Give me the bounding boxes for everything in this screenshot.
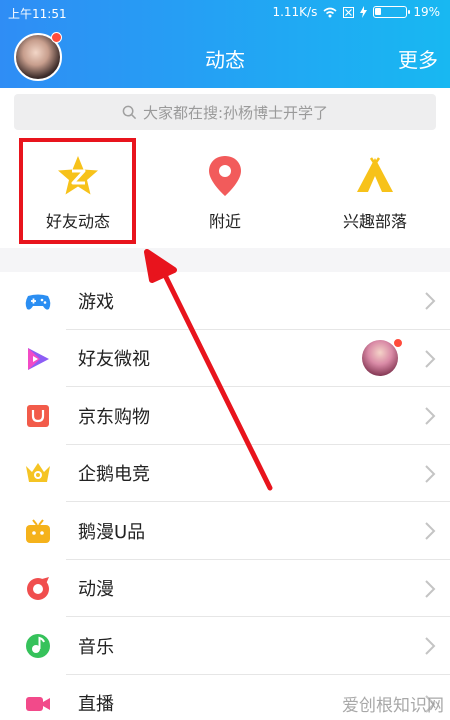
- wifi-icon: [323, 7, 337, 17]
- chevron-right-icon: [425, 522, 436, 540]
- list-item-weishi[interactable]: 好友微视: [0, 330, 450, 388]
- quick-nearby[interactable]: 附近: [165, 146, 285, 238]
- list-item-label: 动漫: [78, 579, 114, 601]
- gamepad-icon: [25, 294, 51, 310]
- charging-icon: [360, 6, 368, 18]
- battery-percent: 19%: [413, 5, 440, 19]
- chevron-right-icon: [425, 349, 436, 368]
- list-item-esports[interactable]: 企鹅电竞: [0, 445, 450, 503]
- watermark: 爱创根知识网: [342, 696, 444, 716]
- location-pin-icon: [209, 156, 241, 196]
- list-item-music[interactable]: 音乐: [0, 617, 450, 675]
- chevron-right-icon: [425, 579, 436, 598]
- page-title: 动态: [205, 48, 245, 72]
- notification-dot: [393, 337, 403, 348]
- tv-box-icon: [26, 519, 50, 543]
- chevron-right-icon: [425, 637, 436, 655]
- chevron-right-icon: [425, 464, 436, 483]
- list-item-label: 直播: [78, 694, 114, 716]
- search-placeholder: 大家都在搜:孙杨博士开学了: [142, 103, 329, 122]
- shopping-bag-icon: [27, 405, 49, 427]
- search-bar[interactable]: 大家都在搜:孙杨博士开学了: [14, 94, 436, 130]
- list-item-label: 京东购物: [78, 406, 150, 428]
- chevron-right-icon: [425, 407, 436, 425]
- list-item-ui-goods[interactable]: 鹅漫U品: [0, 502, 450, 560]
- feature-list: 游戏 好友微视 京东购物 企鹅电竞 鹅漫U品 动漫 音乐 直播: [0, 272, 450, 720]
- list-item-games[interactable]: 游戏: [0, 272, 450, 330]
- list-item-anime[interactable]: 动漫: [0, 560, 450, 618]
- notification-dot: [51, 32, 62, 43]
- app-header: 上午11:51 1.11K/s 19% 动态 更多: [0, 0, 450, 88]
- tent-icon: [357, 157, 393, 192]
- highlight-box: [19, 138, 136, 244]
- list-item-label: 好友微视: [78, 349, 150, 371]
- play-triangle-icon: [28, 347, 49, 370]
- status-right: 1.11K/s 19%: [272, 5, 440, 19]
- list-item-label: 鹅漫U品: [78, 521, 146, 543]
- more-button[interactable]: 更多: [398, 44, 438, 73]
- status-bar: 上午11:51 1.11K/s 19%: [0, 0, 450, 24]
- chevron-right-icon: [425, 292, 436, 310]
- quick-interest-tribe[interactable]: 兴趣部落: [315, 146, 435, 238]
- esports-crown-icon: [26, 462, 50, 482]
- video-camera-icon: [26, 696, 50, 711]
- quick-label: 兴趣部落: [342, 212, 407, 231]
- sim-off-icon: [343, 6, 355, 18]
- status-time: 上午11:51: [8, 7, 67, 21]
- network-speed: 1.11K/s: [272, 5, 318, 19]
- list-item-jd-shopping[interactable]: 京东购物: [0, 387, 450, 445]
- quick-label: 附近: [208, 212, 241, 231]
- music-note-icon: [26, 634, 50, 658]
- anime-icon: [27, 576, 49, 600]
- list-item-label: 游戏: [78, 291, 114, 313]
- search-icon: [122, 105, 137, 119]
- battery-icon: [373, 6, 411, 18]
- list-item-label: 企鹅电竞: [78, 464, 150, 486]
- list-item-label: 音乐: [78, 636, 114, 658]
